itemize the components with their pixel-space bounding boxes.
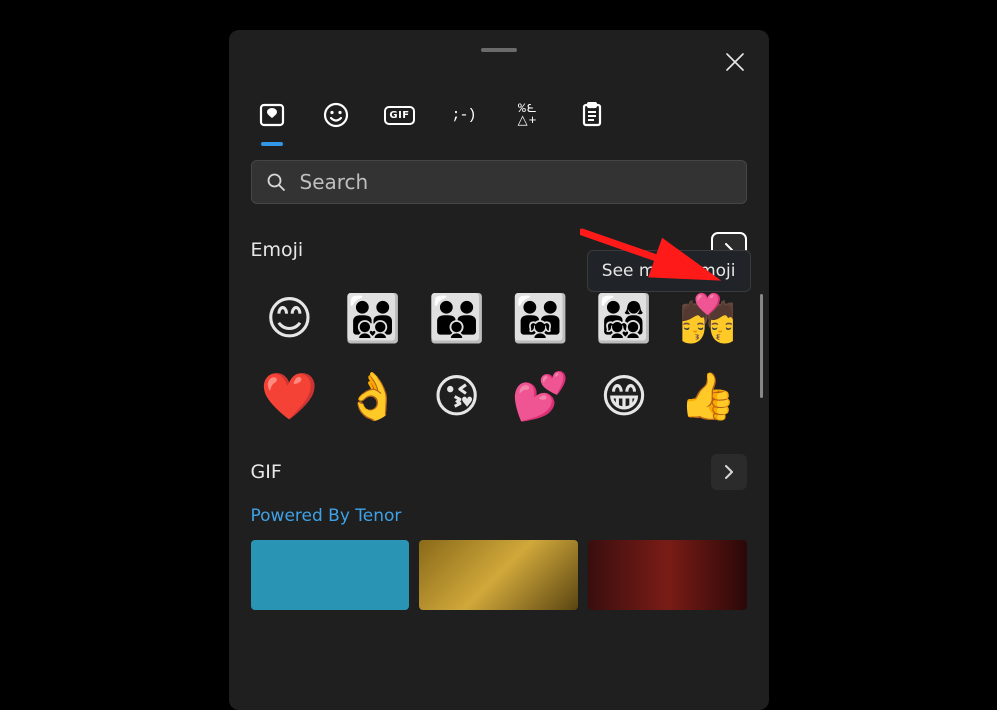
clipboard-icon	[580, 102, 604, 128]
emoji-item[interactable]: 😘	[418, 360, 496, 432]
emoji-item[interactable]: 💕	[501, 360, 579, 432]
emoji-item[interactable]: 😊	[251, 282, 329, 354]
tab-emoji[interactable]	[319, 98, 353, 132]
tenor-attribution: Powered By Tenor	[251, 506, 747, 526]
tab-kaomoji[interactable]: ;-)	[447, 98, 481, 132]
tab-recent[interactable]	[255, 98, 289, 132]
emoji-item[interactable]: ❤️	[251, 360, 329, 432]
category-tabs: GIF ;-) %౬△+	[229, 30, 769, 132]
kaomoji-icon: ;-)	[451, 107, 475, 124]
recent-icon	[259, 102, 285, 128]
gif-thumb[interactable]	[419, 540, 578, 610]
symbols-icon: %౬△+	[518, 103, 538, 126]
emoji-smile-icon	[323, 102, 349, 128]
search-input[interactable]	[300, 170, 732, 194]
emoji-item[interactable]: 👌	[334, 360, 412, 432]
emoji-item[interactable]: 👨‍👨‍👦	[418, 282, 496, 354]
emoji-item[interactable]: 👍	[669, 360, 747, 432]
panel-content: Emoji See more Emoji 😊👨‍👨‍👦‍👦👨‍👨‍👦👨‍👨‍👧👨…	[229, 232, 769, 610]
scrollbar-thumb[interactable]	[760, 294, 763, 398]
emoji-panel: GIF ;-) %౬△+ Emoji	[229, 30, 769, 710]
emoji-grid: 😊👨‍👨‍👦‍👦👨‍👨‍👦👨‍👨‍👧👨‍👩‍👧‍👦💏 ❤️👌😘💕😁👍	[251, 282, 747, 432]
close-icon	[726, 53, 744, 71]
gif-thumb[interactable]	[588, 540, 747, 610]
gif-thumb[interactable]	[251, 540, 410, 610]
tab-clipboard[interactable]	[575, 98, 609, 132]
chevron-right-icon	[722, 243, 736, 257]
gif-section-title: GIF	[251, 461, 282, 483]
drag-handle[interactable]	[481, 48, 517, 52]
more-gif-button[interactable]	[711, 454, 747, 490]
close-button[interactable]	[719, 46, 751, 78]
chevron-right-icon	[722, 465, 736, 479]
search-field[interactable]	[251, 160, 747, 204]
gif-row	[251, 540, 747, 610]
emoji-item[interactable]: 👨‍👨‍👧	[501, 282, 579, 354]
emoji-section-title: Emoji	[251, 239, 304, 261]
emoji-item[interactable]: 😁	[585, 360, 663, 432]
tab-gif[interactable]: GIF	[383, 98, 417, 132]
emoji-section-header: Emoji See more Emoji	[251, 232, 747, 268]
emoji-item[interactable]: 👨‍👨‍👦‍👦	[334, 282, 412, 354]
gif-section-header: GIF	[251, 454, 747, 490]
gif-icon: GIF	[384, 106, 414, 125]
emoji-item[interactable]: 👨‍👩‍👧‍👦	[585, 282, 663, 354]
search-icon	[266, 172, 286, 192]
more-emoji-button[interactable]	[711, 232, 747, 268]
tab-symbols[interactable]: %౬△+	[511, 98, 545, 132]
emoji-item[interactable]: 💏	[669, 282, 747, 354]
